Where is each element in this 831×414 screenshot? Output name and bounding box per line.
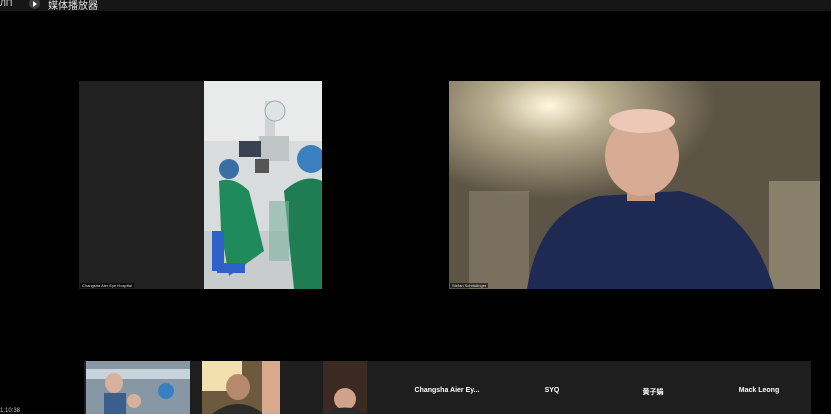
- elapsed-time: 1:10:38: [0, 408, 21, 414]
- thumbnail-video: [323, 361, 367, 414]
- participant-thumbnail[interactable]: [86, 361, 190, 414]
- thumbnail-video: [86, 361, 190, 414]
- participant-label: Changsha Aier Ey...: [414, 387, 480, 394]
- media-player-icon[interactable]: [29, 0, 40, 9]
- window-title: 媒体播放器: [48, 1, 98, 12]
- video-tile-hospital[interactable]: Changsha Aier Eye Hospital: [79, 81, 322, 289]
- participant-label: 黄子娟: [642, 389, 664, 396]
- participant-strip: Changsha Aier Ey... SYQ 黄子娟 Mack Leong: [84, 361, 811, 414]
- window-edge-label: ЛП: [0, 0, 13, 8]
- participant-thumbnail[interactable]: [323, 361, 367, 414]
- participant-thumbnail[interactable]: [202, 361, 280, 414]
- participant-label: SYQ: [544, 387, 560, 394]
- speaker-video: [449, 81, 820, 289]
- participant-label: Mack Leong: [738, 387, 780, 394]
- title-bar: ЛП 媒体播放器: [0, 0, 831, 12]
- participant-name-tag: Stefan Schrödinger: [450, 283, 489, 288]
- thumbnail-video: [202, 361, 280, 414]
- operating-room-video: [204, 81, 322, 289]
- participant-name-tag: Changsha Aier Eye Hospital: [80, 283, 134, 288]
- video-tile-speaker[interactable]: Stefan Schrödinger: [449, 81, 820, 289]
